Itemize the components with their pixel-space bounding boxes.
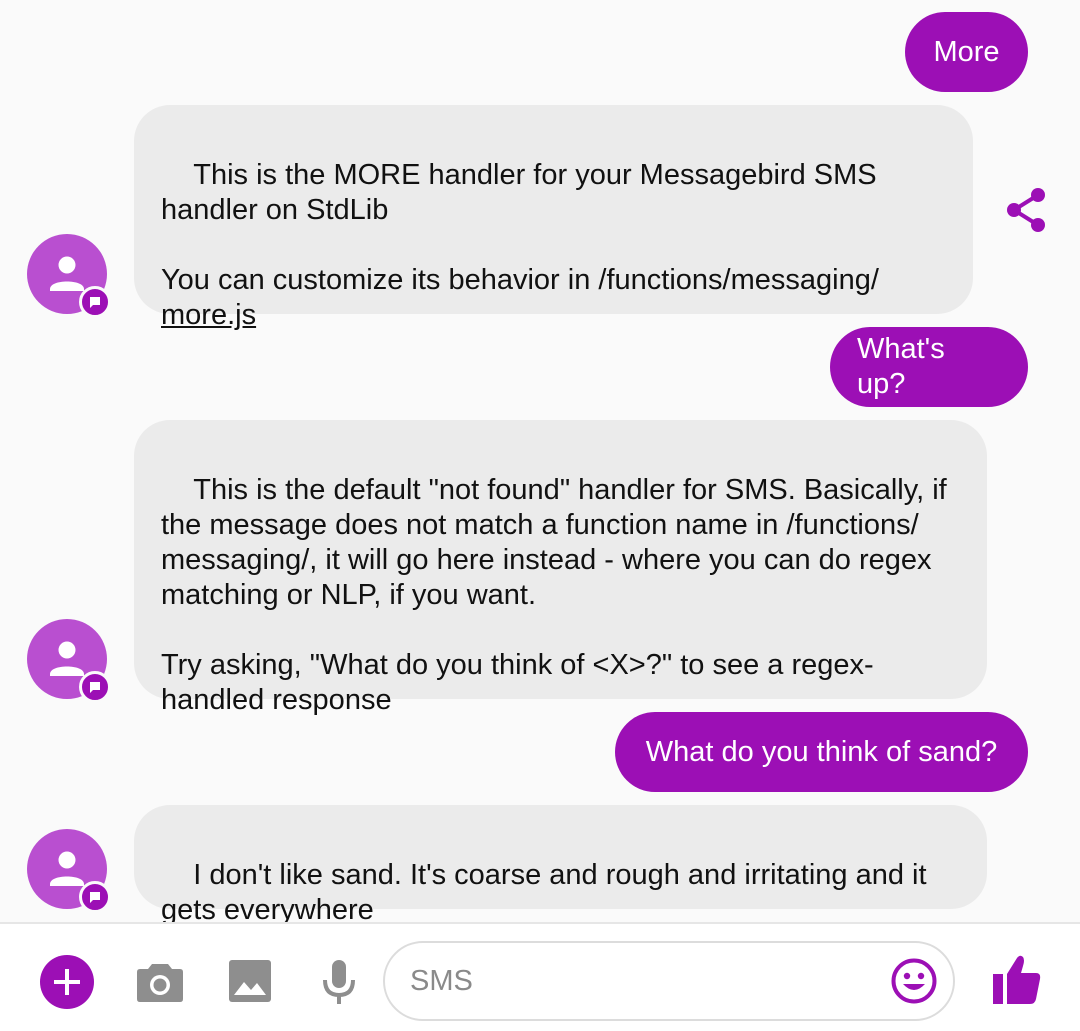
sms-input[interactable] (410, 957, 870, 1005)
message-thread: More This is the MORE handler for your M… (0, 0, 1080, 926)
sms-badge (79, 286, 111, 318)
person-icon (50, 851, 84, 886)
message-text: More (933, 35, 1000, 68)
person-icon (50, 641, 84, 676)
chat-bubble-icon (90, 892, 100, 903)
like-button[interactable] (993, 954, 1041, 1009)
contact-avatar[interactable] (27, 234, 111, 318)
incoming-message[interactable]: I don't like sand. It's coarse and rough… (134, 805, 987, 926)
chat-bubble-icon (90, 297, 100, 308)
camera-icon (137, 964, 183, 1002)
thumbs-up-icon (993, 955, 1041, 1004)
emoji-button[interactable] (891, 958, 937, 1009)
microphone-button[interactable] (322, 960, 356, 1011)
message-text: I don't like sand. It's coarse and rough… (161, 859, 927, 926)
composer-bar (0, 922, 1080, 1031)
person-icon (50, 256, 84, 291)
share-button[interactable] (1003, 186, 1049, 239)
contact-avatar[interactable] (27, 619, 111, 703)
add-button[interactable] (40, 955, 94, 1014)
microphone-icon (323, 960, 355, 1004)
message-link[interactable]: more.js (161, 299, 256, 331)
incoming-message[interactable]: This is the MORE handler for your Messag… (134, 105, 973, 331)
gallery-icon (229, 960, 271, 1002)
outgoing-message[interactable]: What's up? (830, 327, 1028, 407)
share-icon (1007, 188, 1045, 232)
message-text: What's up? (857, 333, 953, 400)
sms-badge (79, 671, 111, 703)
camera-button[interactable] (137, 961, 183, 1008)
gallery-button[interactable] (229, 960, 271, 1007)
incoming-message[interactable]: This is the default "not found" handler … (134, 420, 987, 716)
message-text: What do you think of sand? (645, 735, 998, 768)
add-icon (40, 955, 94, 1009)
chat-bubble-icon (90, 682, 100, 693)
outgoing-message[interactable]: What do you think of sand? (615, 712, 1028, 792)
outgoing-message[interactable]: More (905, 12, 1028, 92)
message-text: This is the default "not found" handler … (161, 474, 947, 716)
contact-avatar[interactable] (27, 829, 111, 913)
message-text: This is the MORE handler for your Messag… (161, 159, 879, 296)
sms-input-container[interactable] (383, 941, 955, 1021)
sms-badge (79, 881, 111, 913)
emoji-icon (891, 958, 937, 1004)
